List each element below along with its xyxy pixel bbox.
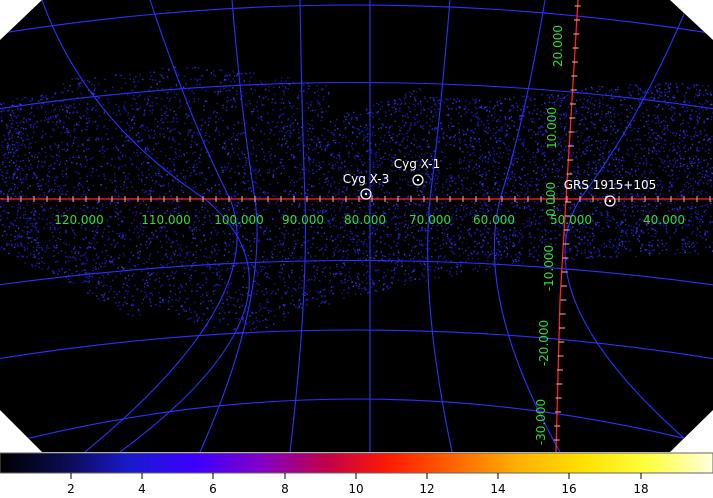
lat-label-minus20: -20.000 <box>537 320 551 366</box>
lon-label-80: 80.000 <box>344 213 386 227</box>
source-center <box>364 192 368 196</box>
colorbar-tick-labels: 2 4 6 8 10 12 14 16 18 <box>67 482 648 496</box>
source-label: Cyg X-1 <box>394 157 441 171</box>
colorbar: 2 4 6 8 10 12 14 16 18 <box>0 452 713 496</box>
lat-label-minus30: -30.000 <box>534 399 548 445</box>
lat-label-0: 0.000 <box>544 182 558 216</box>
lon-label-40: 40.000 <box>643 213 685 227</box>
cbar-label-12: 12 <box>419 482 434 496</box>
cbar-label-6: 6 <box>209 482 217 496</box>
sky-map[interactable]: 120.000 110.000 100.000 90.000 80.000 70… <box>0 0 713 452</box>
lat-label-20: 20.000 <box>551 25 565 67</box>
cbar-label-10: 10 <box>348 482 363 496</box>
lon-label-70: 70.000 <box>409 213 451 227</box>
cbar-label-18: 18 <box>633 482 648 496</box>
lon-label-120: 120.000 <box>54 213 104 227</box>
source-label: GRS 1915+105 <box>564 178 657 192</box>
cbar-label-14: 14 <box>490 482 505 496</box>
cbar-label-2: 2 <box>67 482 75 496</box>
cbar-label-8: 8 <box>281 482 289 496</box>
source-label: Cyg X-3 <box>343 172 390 186</box>
lon-label-100: 100.000 <box>214 213 264 227</box>
colorbar-ticks <box>70 473 642 479</box>
lon-label-60: 60.000 <box>473 213 515 227</box>
lon-label-90: 90.000 <box>282 213 324 227</box>
lon-label-110: 110.000 <box>141 213 191 227</box>
longitude-tick-labels: 120.000 110.000 100.000 90.000 80.000 70… <box>54 213 685 227</box>
source-center <box>608 199 612 203</box>
cbar-label-4: 4 <box>138 482 146 496</box>
cbar-label-16: 16 <box>561 482 576 496</box>
colorbar-gradient <box>0 452 713 474</box>
source-center <box>416 178 420 182</box>
lat-label-minus10: -10.000 <box>542 245 556 291</box>
lat-label-10: 10.000 <box>545 107 559 149</box>
